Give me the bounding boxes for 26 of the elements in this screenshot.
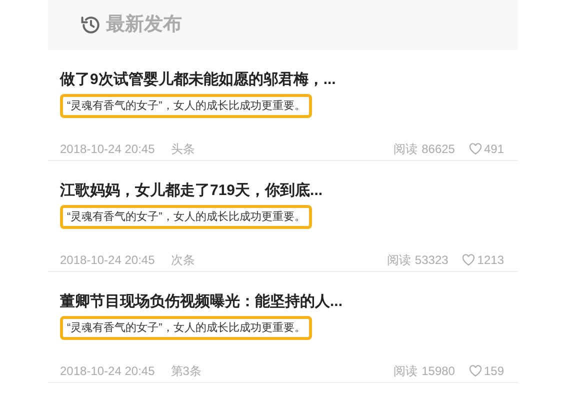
- article-position: 第3条: [170, 363, 202, 380]
- publish-time: 2018-10-24 20:45: [60, 252, 155, 269]
- history-icon: [80, 14, 102, 36]
- publish-time: 2018-10-24 20:45: [60, 363, 155, 380]
- read-count: 86625: [422, 141, 455, 158]
- read-count: 15980: [422, 363, 455, 380]
- publish-time: 2018-10-24 20:45: [60, 141, 155, 158]
- section-title: 最新发布: [106, 12, 182, 37]
- article-title[interactable]: 江歌妈妈，女儿都走了719天，你到底...: [60, 181, 504, 201]
- article-title[interactable]: 做了9次试管婴儿都未能如愿的邬君梅，...: [60, 70, 504, 90]
- article-position: 次条: [170, 252, 195, 269]
- article-subtitle: “灵魂有香气的女子”，女人的成长比成功更重要。: [60, 94, 312, 118]
- article-subtitle: “灵魂有香气的女子”，女人的成长比成功更重要。: [60, 205, 312, 229]
- read-count: 53323: [414, 252, 448, 269]
- heart-icon: [468, 365, 482, 377]
- heart-icon: [462, 254, 476, 266]
- heart-icon: [468, 143, 482, 155]
- article-position: 头条: [170, 141, 195, 158]
- like-count: 491: [484, 141, 504, 158]
- reads-label: 阅读: [386, 252, 411, 269]
- like-count: 1213: [477, 252, 504, 269]
- like-count: 159: [484, 363, 504, 380]
- reads-label: 阅读: [394, 141, 418, 158]
- reads-label: 阅读: [394, 363, 418, 380]
- article-title[interactable]: 董卿节目现场负伤视频曝光：能坚持的人...: [60, 292, 504, 312]
- article-subtitle: “灵魂有香气的女子”，女人的成长比成功更重要。: [60, 316, 312, 340]
